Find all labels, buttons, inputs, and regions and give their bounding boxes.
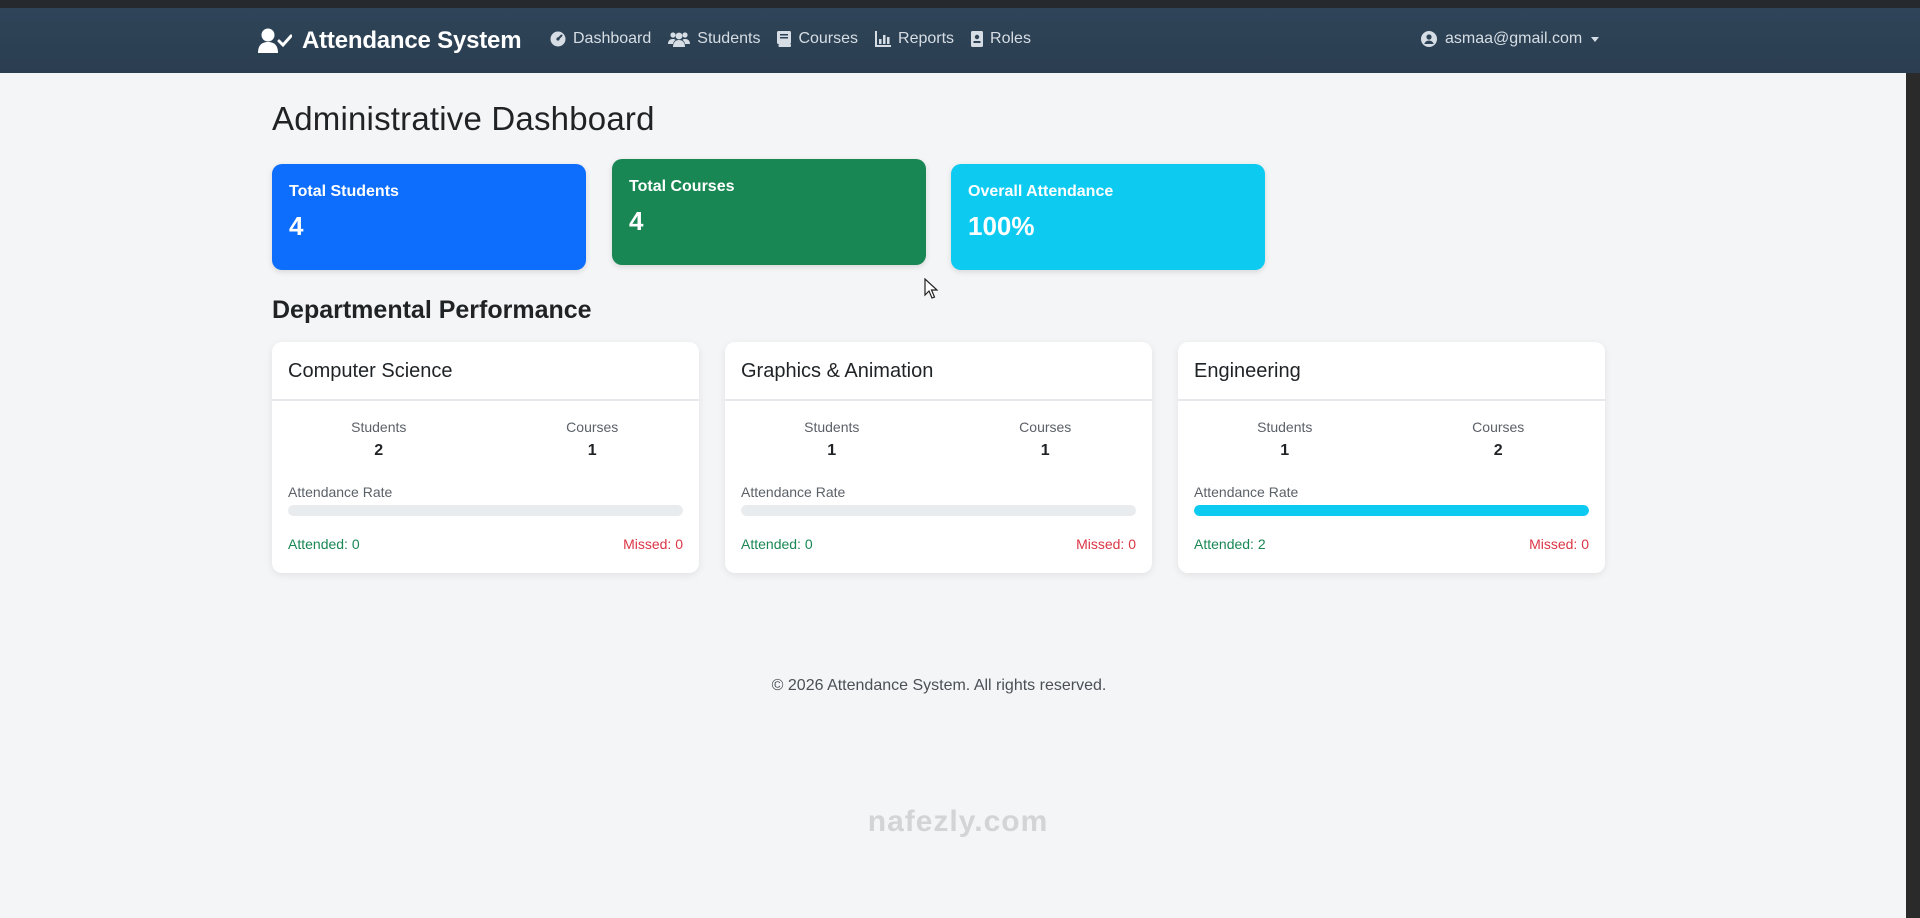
stat-label: Total Courses <box>629 178 735 195</box>
brand-link[interactable]: Attendance System <box>258 26 522 56</box>
department-footer: Attended: 2 Missed: 0 <box>1194 536 1589 552</box>
courses-stat: Courses 1 <box>939 419 1153 460</box>
stat-card-overall-attendance: Overall Attendance 100% <box>951 164 1265 270</box>
students-stat: Students 1 <box>1178 419 1392 460</box>
department-card-engineering: Engineering Students 1 Courses 2 Attenda… <box>1178 342 1605 573</box>
students-count: 1 <box>827 442 837 459</box>
users-icon <box>668 32 691 47</box>
stat-card-total-students: Total Students 4 <box>272 164 586 270</box>
stat-value: 4 <box>289 211 304 241</box>
dashboard-icon <box>550 31 566 47</box>
attendance-rate-label: Attendance Rate <box>288 484 393 500</box>
navbar: Attendance System Dashboard Students Cou… <box>0 8 1920 73</box>
footer-copyright: © 2026 Attendance System. All rights res… <box>771 677 1107 694</box>
students-label: Students <box>1257 419 1313 435</box>
department-stats: Students 1 Courses 2 <box>1178 419 1605 460</box>
students-count: 1 <box>1280 442 1290 459</box>
watermark-logo: nafezly.com <box>867 805 1049 838</box>
nav-item-reports[interactable]: Reports <box>875 30 954 48</box>
department-stats: Students 1 Courses 1 <box>725 419 1152 460</box>
user-dropdown[interactable]: asmaa@gmail.com <box>1421 30 1600 48</box>
page-title: Administrative Dashboard <box>272 100 655 137</box>
book-icon <box>777 31 792 47</box>
attended-count: Attended: 2 <box>1194 536 1266 552</box>
attendance-rate-label: Attendance Rate <box>741 484 846 500</box>
stat-card-total-courses: Total Courses 4 <box>612 159 926 265</box>
nav-item-students-label: Students <box>697 30 761 47</box>
department-footer: Attended: 0 Missed: 0 <box>288 536 683 552</box>
mouse-cursor-icon <box>924 278 938 299</box>
department-name: Computer Science <box>272 342 699 401</box>
students-label: Students <box>804 419 860 435</box>
missed-count: Missed: 0 <box>1076 536 1136 552</box>
stat-value: 4 <box>629 206 644 236</box>
department-stats: Students 2 Courses 1 <box>272 419 699 460</box>
nav-item-reports-label: Reports <box>898 30 955 47</box>
stat-value: 100% <box>968 211 1035 241</box>
window-edge <box>1906 73 1920 918</box>
students-stat: Students 2 <box>272 419 486 460</box>
chevron-down-icon <box>1591 36 1600 42</box>
nav-item-dashboard[interactable]: Dashboard <box>550 30 651 48</box>
stat-label: Overall Attendance <box>968 183 1114 200</box>
courses-count: 1 <box>1040 442 1050 459</box>
students-label: Students <box>351 419 407 435</box>
nav-item-courses[interactable]: Courses <box>777 30 858 48</box>
brand-title: Attendance System <box>302 27 522 54</box>
courses-label: Courses <box>1019 419 1072 435</box>
section-title: Departmental Performance <box>272 296 592 324</box>
department-name: Engineering <box>1178 342 1605 401</box>
attendance-progress-bar <box>741 505 1136 516</box>
nav-item-students[interactable]: Students <box>668 30 760 48</box>
nav-item-courses-label: Courses <box>798 30 859 47</box>
courses-label: Courses <box>566 419 619 435</box>
department-footer: Attended: 0 Missed: 0 <box>741 536 1136 552</box>
courses-count: 2 <box>1493 442 1503 459</box>
courses-stat: Courses 1 <box>486 419 700 460</box>
attendance-rate-label: Attendance Rate <box>1194 484 1299 500</box>
attendance-progress-bar <box>1194 505 1589 516</box>
window-top-strip <box>0 0 1920 8</box>
students-count: 2 <box>374 442 384 459</box>
department-name: Graphics & Animation <box>725 342 1152 401</box>
attended-count: Attended: 0 <box>741 536 813 552</box>
user-check-icon <box>258 28 292 53</box>
courses-label: Courses <box>1472 419 1525 435</box>
missed-count: Missed: 0 <box>623 536 683 552</box>
nav-links: Dashboard Students Courses Reports Roles <box>550 30 1048 48</box>
attended-count: Attended: 0 <box>288 536 360 552</box>
user-circle-icon <box>1421 31 1437 47</box>
department-card-graphics-animation: Graphics & Animation Students 1 Courses … <box>725 342 1152 573</box>
missed-count: Missed: 0 <box>1529 536 1589 552</box>
nav-item-roles[interactable]: Roles <box>971 30 1031 48</box>
chart-icon <box>875 31 892 47</box>
department-card-computer-science: Computer Science Students 2 Courses 1 At… <box>272 342 699 573</box>
courses-count: 1 <box>587 442 597 459</box>
id-badge-icon <box>971 31 984 47</box>
nav-item-roles-label: Roles <box>990 30 1031 47</box>
students-stat: Students 1 <box>725 419 939 460</box>
user-email: asmaa@gmail.com <box>1445 30 1583 47</box>
attendance-progress-bar <box>288 505 683 516</box>
nav-item-dashboard-label: Dashboard <box>573 30 652 47</box>
stat-label: Total Students <box>289 183 399 200</box>
courses-stat: Courses 2 <box>1392 419 1606 460</box>
attendance-progress-fill <box>1194 505 1589 516</box>
